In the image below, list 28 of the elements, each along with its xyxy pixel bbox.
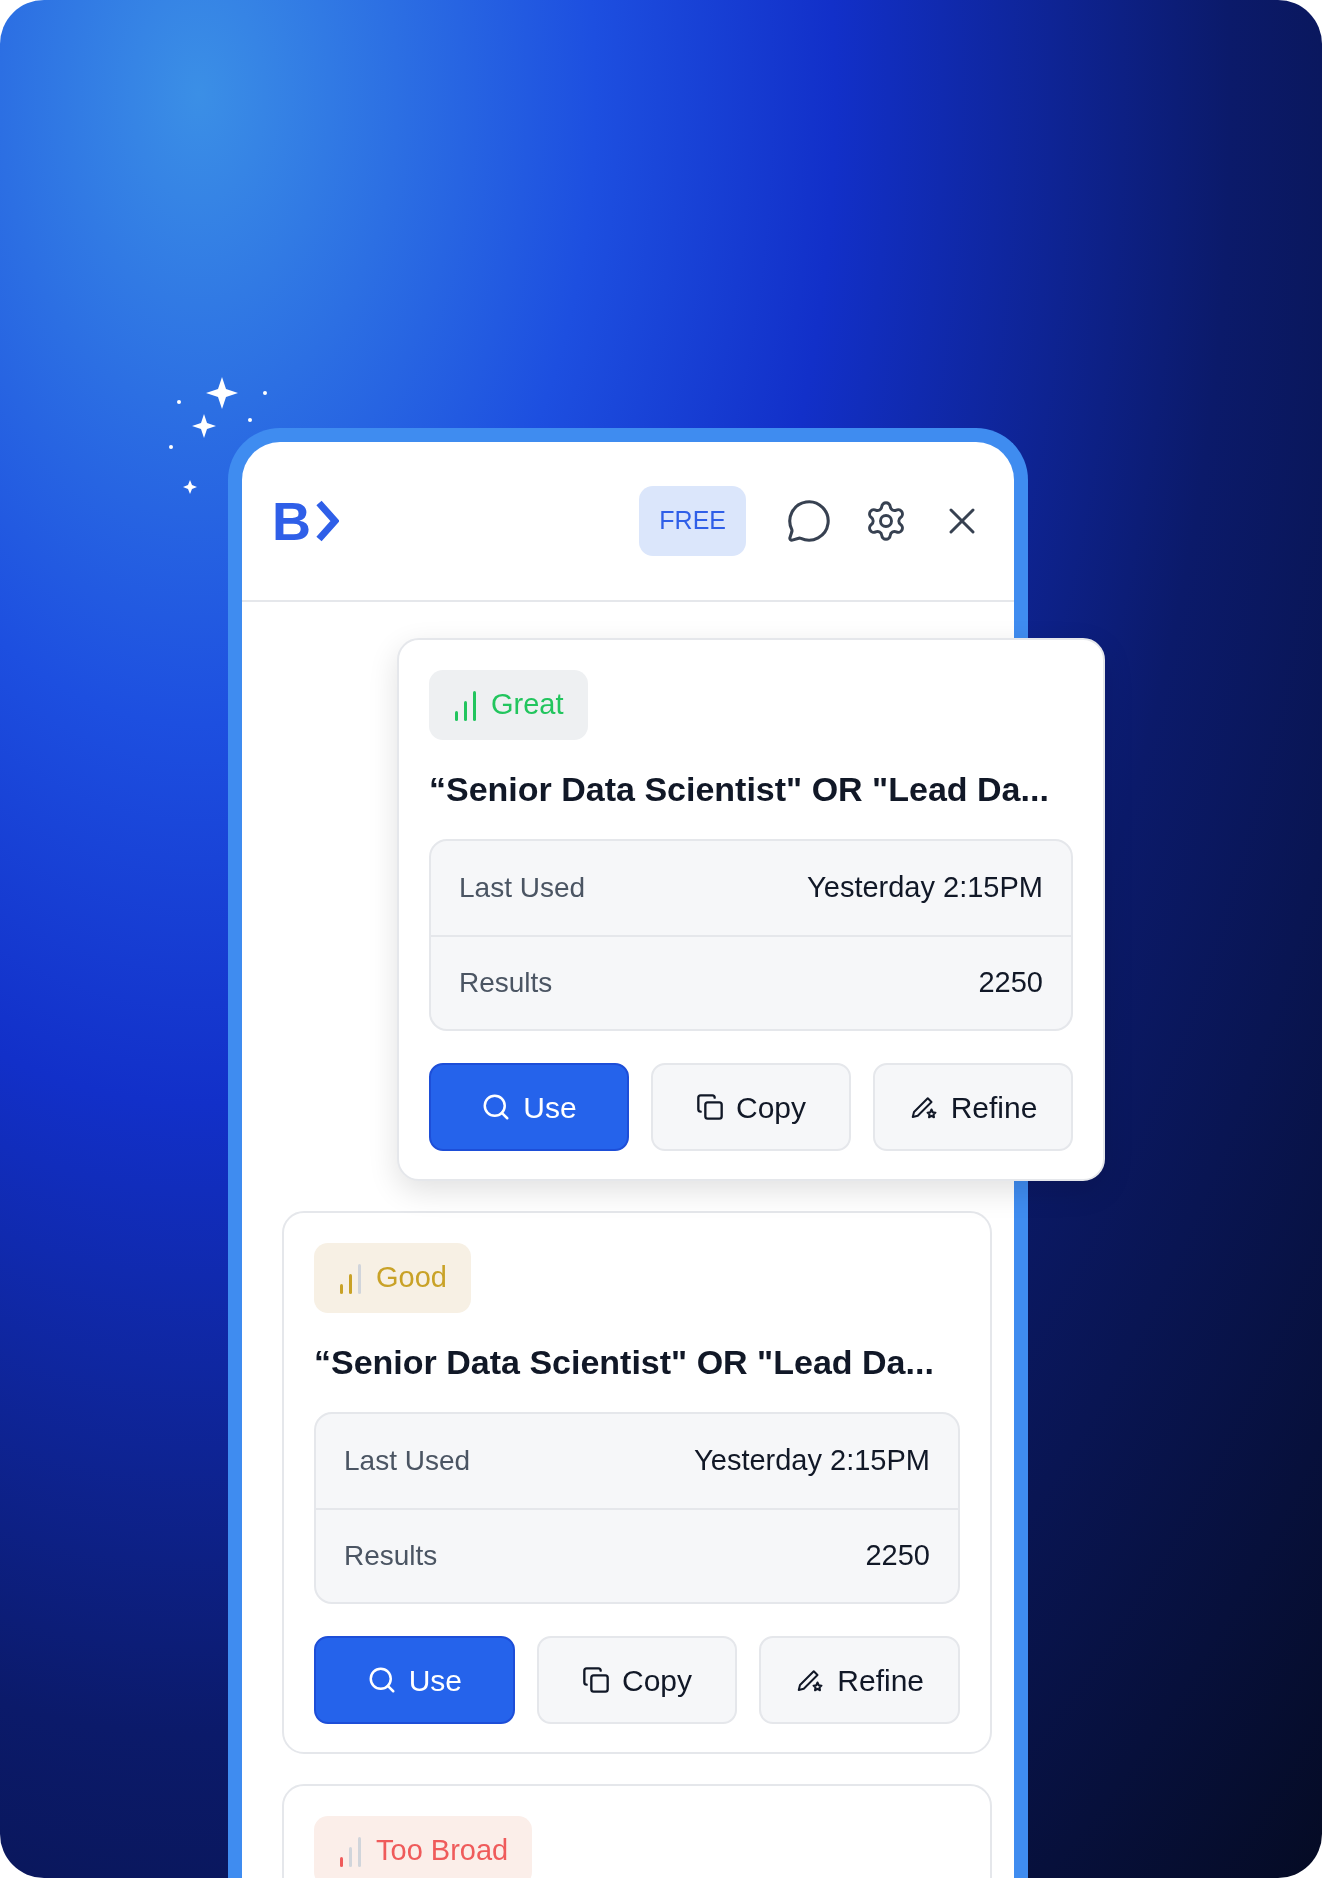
- signal-bars-icon: [453, 689, 479, 721]
- row-label: Results: [459, 966, 553, 1000]
- copy-icon: [581, 1666, 610, 1694]
- row-value: Yesterday 2:15PM: [694, 1443, 930, 1479]
- signal-bars-icon: [338, 1262, 364, 1294]
- query-text: “Senior Data Scientist" OR "Lead Da...: [314, 1342, 935, 1383]
- chevron-icon: [315, 500, 339, 542]
- signal-bars-icon: [338, 1835, 364, 1867]
- logo: B: [272, 489, 311, 553]
- row-label: Results: [344, 1539, 438, 1573]
- copy-button[interactable]: Copy: [536, 1636, 738, 1724]
- row-label: Last Used: [459, 871, 586, 905]
- row-value: 2250: [865, 1538, 930, 1574]
- copy-icon: [695, 1093, 724, 1121]
- refine-button[interactable]: Refine: [759, 1636, 960, 1724]
- rating-label: Too Broad: [376, 1833, 509, 1869]
- row-value: Yesterday 2:15PM: [807, 870, 1043, 906]
- use-button[interactable]: Use: [429, 1063, 629, 1151]
- chat-icon[interactable]: [786, 498, 832, 544]
- refine-button[interactable]: Refine: [873, 1063, 1073, 1151]
- row-value: 2250: [978, 965, 1043, 1001]
- rating-label: Good: [376, 1260, 447, 1296]
- row-label: Last Used: [344, 1444, 471, 1478]
- copy-button[interactable]: Copy: [651, 1063, 851, 1151]
- use-button[interactable]: Use: [314, 1636, 515, 1724]
- plan-badge: FREE: [639, 486, 746, 556]
- rating-label: Great: [491, 687, 564, 723]
- query-text: “Senior Data Scientist" OR "Lead Da...: [429, 769, 1050, 810]
